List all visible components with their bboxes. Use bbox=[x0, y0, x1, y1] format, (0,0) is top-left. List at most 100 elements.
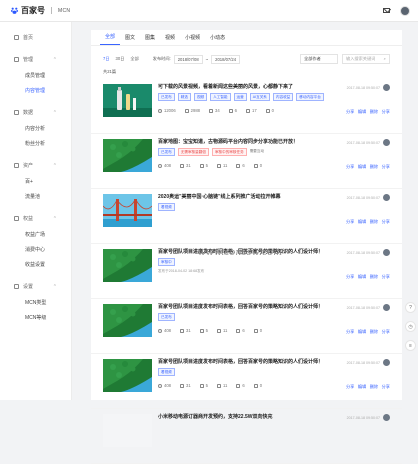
tab[interactable]: 图集 bbox=[140, 34, 160, 45]
thumbnail-image bbox=[103, 304, 152, 337]
action-link[interactable]: 分享 bbox=[346, 219, 354, 225]
stat-value: 11 bbox=[223, 383, 228, 388]
help-icon[interactable]: ? bbox=[405, 302, 416, 313]
tag-list: 已发布 精选 视频 人工智能 运营 AI互关系 内容收益 移动内容平台 bbox=[158, 93, 390, 101]
action-link[interactable]: 编辑 bbox=[358, 109, 366, 115]
author-avatar[interactable] bbox=[383, 139, 390, 146]
article-thumbnail[interactable] bbox=[103, 84, 152, 117]
mail-icon[interactable] bbox=[383, 8, 390, 13]
action-link[interactable]: 分享 bbox=[382, 164, 390, 170]
clock-icon[interactable]: ◷ bbox=[405, 321, 416, 332]
status-badge: 已发布 bbox=[158, 148, 175, 156]
tab[interactable]: 小动态 bbox=[205, 34, 230, 45]
action-link[interactable]: 删除 bbox=[370, 109, 378, 115]
stat-value: 31 bbox=[186, 163, 191, 168]
action-link[interactable]: 编辑 bbox=[358, 274, 366, 280]
article-row[interactable]: 百家号团队项目进度发布时间表格，回答百家号的策略知识的人们设计师！ 看视频 408 3… bbox=[91, 354, 402, 409]
article-row[interactable]: 小米移动电源订器商开发预约，支持22.5W双向快充 2017-08-18 09:5… bbox=[91, 409, 402, 464]
author-avatar[interactable] bbox=[383, 414, 390, 421]
action-link[interactable]: 分享 bbox=[382, 219, 390, 225]
author-avatar[interactable] bbox=[383, 304, 390, 311]
filter-all[interactable]: 全部 bbox=[130, 56, 138, 62]
sidebar-item[interactable]: 消费中心 bbox=[0, 242, 71, 257]
thumbnail-image bbox=[103, 139, 152, 172]
tab[interactable]: 图文 bbox=[120, 34, 140, 45]
sidebar-item[interactable]: 收益设置 bbox=[0, 257, 71, 272]
action-link[interactable]: 分享 bbox=[382, 384, 390, 390]
action-link[interactable]: 分享 bbox=[346, 164, 354, 170]
article-row[interactable]: 百家地图：宝宝知道，古物源码平台内容同步分享功能已开放！ 已发布 无需审核量翻倍 审核… bbox=[91, 134, 402, 189]
article-thumbnail[interactable] bbox=[103, 249, 152, 282]
search-input[interactable]: 输入搜索关键词 ⌕ bbox=[342, 54, 390, 64]
action-link[interactable]: 删除 bbox=[370, 274, 378, 280]
action-link[interactable]: 编辑 bbox=[358, 219, 366, 225]
sidebar-item[interactable]: 权益广场 bbox=[0, 227, 71, 242]
action-link[interactable]: 分享 bbox=[382, 274, 390, 280]
date-start-input[interactable]: 2018/07/08 bbox=[173, 54, 203, 64]
article-thumbnail[interactable] bbox=[103, 194, 152, 227]
sidebar-item[interactable]: MCN类型 bbox=[0, 295, 71, 310]
action-link[interactable]: 删除 bbox=[370, 164, 378, 170]
tab[interactable]: 小视频 bbox=[180, 34, 205, 45]
sidebar-item[interactable]: 百+ bbox=[0, 174, 71, 189]
sidebar-item[interactable]: 粉丝分析 bbox=[0, 136, 71, 151]
article-thumbnail[interactable] bbox=[103, 359, 152, 392]
article-row[interactable]: 可下载的风景视频，看着新闻这些美丽的风景，心都静下来了 已发布 精选 视频 人工智能 运营… bbox=[91, 79, 402, 134]
stat-value: 11 bbox=[223, 328, 228, 333]
stat-value: 31 bbox=[186, 383, 191, 388]
sidebar-item[interactable]: 流量池 bbox=[0, 189, 71, 204]
eye-icon bbox=[158, 328, 162, 333]
menu-icon[interactable]: ≡ bbox=[405, 340, 416, 351]
filter-30days[interactable]: 30日 bbox=[116, 56, 125, 62]
article-thumbnail[interactable] bbox=[103, 414, 152, 447]
tab[interactable]: 视频 bbox=[160, 34, 180, 45]
action-link[interactable]: 分享 bbox=[346, 109, 354, 115]
article-row[interactable]: 百家号团队项目进度发布时间表格，回答百家号的策略知识的人们设计师！ 已发布 408 3… bbox=[91, 299, 402, 354]
sidebar-group-header[interactable]: 设置 ⌃ bbox=[0, 278, 71, 295]
sidebar-item[interactable]: 成员管理 bbox=[0, 68, 71, 83]
stat-item: 6 bbox=[236, 163, 245, 168]
action-link[interactable]: 编辑 bbox=[358, 329, 366, 335]
action-link[interactable]: 删除 bbox=[370, 329, 378, 335]
author-select[interactable]: 全部作者 bbox=[300, 54, 338, 64]
action-link[interactable]: 分享 bbox=[346, 329, 354, 335]
action-link[interactable]: 编辑 bbox=[358, 164, 366, 170]
sidebar-group-header[interactable]: 管理 ⌃ bbox=[0, 51, 71, 68]
filter-7days[interactable]: 7日 bbox=[103, 56, 110, 62]
forward-icon bbox=[253, 163, 258, 168]
author-avatar[interactable] bbox=[383, 194, 390, 201]
author-avatar[interactable] bbox=[383, 84, 390, 91]
status-badge: 看视频 bbox=[158, 203, 175, 211]
stat-value: 408 bbox=[164, 163, 171, 168]
article-thumbnail[interactable] bbox=[103, 139, 152, 172]
action-link[interactable]: 删除 bbox=[370, 384, 378, 390]
sidebar-item[interactable]: 内容管理 bbox=[0, 83, 71, 98]
action-link[interactable]: 编辑 bbox=[358, 384, 366, 390]
sidebar-item[interactable]: 内容分析 bbox=[0, 121, 71, 136]
sidebar-group-header[interactable]: 资产 ⌃ bbox=[0, 157, 71, 174]
sidebar-group-header[interactable]: 权益 ⌃ bbox=[0, 210, 71, 227]
action-link[interactable]: 分享 bbox=[382, 329, 390, 335]
sidebar-group: 资产 ⌃ 百+ 流量池 bbox=[0, 157, 71, 204]
action-link[interactable]: 分享 bbox=[382, 109, 390, 115]
action-link[interactable]: 删除 bbox=[370, 219, 378, 225]
status-badge: 人工智能 bbox=[210, 93, 231, 101]
action-link[interactable]: 分享 bbox=[346, 274, 354, 280]
logo[interactable]: 百家号 MCN bbox=[10, 5, 70, 16]
author-avatar[interactable] bbox=[383, 249, 390, 256]
sidebar-item-home[interactable]: 首页 bbox=[0, 30, 71, 45]
search-icon[interactable]: ⌕ bbox=[384, 56, 386, 62]
sidebar-group-header[interactable]: 数据 ⌃ bbox=[0, 104, 71, 121]
author-avatar[interactable] bbox=[383, 359, 390, 366]
like-icon bbox=[217, 328, 222, 333]
article-row[interactable]: 2020奥运"美丽中国·心脑链"线上系列推广活动拉开帷幕 看视频 2017-08-1… bbox=[91, 189, 402, 244]
chevron-up-icon: ⌃ bbox=[52, 109, 57, 116]
action-link[interactable]: 分享 bbox=[346, 384, 354, 390]
stat-value: 408 bbox=[164, 383, 171, 388]
status-badge: 审核中的审核任务 bbox=[211, 148, 247, 156]
date-end-input[interactable]: 2018/07/24 bbox=[211, 54, 241, 64]
article-thumbnail[interactable] bbox=[103, 304, 152, 337]
sidebar-item[interactable]: MCN等级 bbox=[0, 310, 71, 325]
tab[interactable]: 全部 bbox=[100, 33, 121, 45]
user-avatar[interactable] bbox=[400, 5, 410, 16]
